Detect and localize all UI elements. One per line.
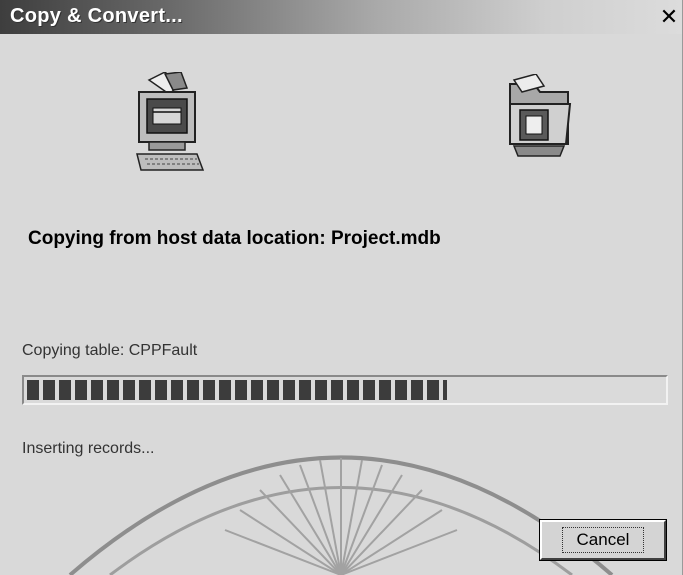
computer-icon xyxy=(136,72,205,171)
copy-source-heading: Copying from host data location: Project… xyxy=(28,228,441,249)
cancel-button[interactable]: Cancel xyxy=(539,519,667,561)
progress-fill xyxy=(27,380,447,400)
window-title: Copy & Convert... xyxy=(10,5,183,27)
title-bar: Copy & Convert... ✕ xyxy=(0,0,682,34)
record-status: Inserting records... xyxy=(22,440,155,457)
copy-convert-dialog: Copy & Convert... ✕ Copying from host da… xyxy=(0,0,683,575)
close-icon: ✕ xyxy=(659,5,679,30)
copy-progress-bar xyxy=(22,375,668,405)
folder-icon xyxy=(509,74,572,157)
close-button[interactable]: ✕ xyxy=(657,6,681,30)
cancel-button-label: Cancel xyxy=(561,527,645,553)
current-table-status: Copying table: CPPFault xyxy=(22,342,198,359)
